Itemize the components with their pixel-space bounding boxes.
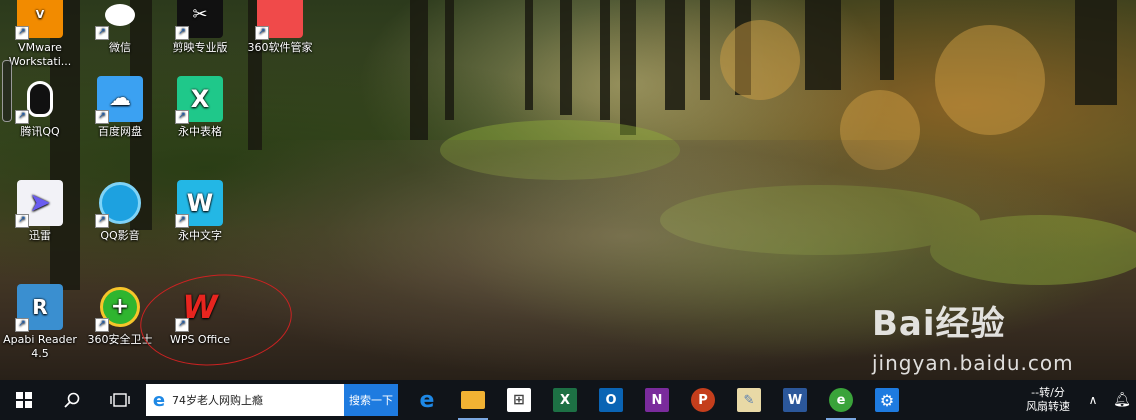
start-button[interactable]: [0, 380, 48, 420]
qq-player-icon: ↗: [95, 180, 143, 228]
shortcut-arrow-icon: ↗: [15, 214, 29, 228]
taskbar-360-browser[interactable]: e: [818, 380, 864, 420]
fan-speed-widget[interactable]: --转/分 风扇转速: [1018, 386, 1078, 414]
onenote-icon: N: [645, 388, 669, 412]
bell-icon: 🔔︎: [1113, 392, 1131, 408]
notification-button[interactable]: 🔔︎: [1108, 380, 1136, 420]
desktop-icon-thunder[interactable]: ➤ ↗ 迅雷: [0, 180, 80, 243]
taskbar-settings[interactable]: ⚙: [864, 380, 910, 420]
browser-360-icon: e: [829, 388, 853, 412]
taskbar-paint[interactable]: ✎: [726, 380, 772, 420]
taskbar-excel[interactable]: X: [542, 380, 588, 420]
baidu-jingyan-watermark: Bai经验 jingyan.baidu.com: [872, 296, 1074, 375]
360-software-manager-icon: ↗: [255, 0, 303, 40]
taskbar-onenote[interactable]: N: [634, 380, 680, 420]
settings-gear-icon: ⚙: [875, 388, 899, 412]
taskbar-word[interactable]: W: [772, 380, 818, 420]
taskbar-powerpoint[interactable]: P: [680, 380, 726, 420]
360-security-icon: + ↗: [95, 284, 143, 332]
fan-speed-value: --转/分: [1031, 386, 1065, 399]
shortcut-arrow-icon: ↗: [15, 26, 29, 40]
watermark-url: jingyan.baidu.com: [872, 351, 1074, 375]
shortcut-arrow-icon: ↗: [175, 26, 189, 40]
search-submit-button[interactable]: 搜索一下: [344, 384, 398, 416]
baidu-netdisk-icon: ☁ ↗: [95, 76, 143, 124]
yozo-sheet-icon: X ↗: [175, 76, 223, 124]
task-view-button[interactable]: [96, 380, 144, 420]
store-icon: ⊞: [507, 388, 531, 412]
taskbar-store[interactable]: ⊞: [496, 380, 542, 420]
jianying-icon: ✂ ↗: [175, 0, 223, 40]
shortcut-arrow-icon: ↗: [95, 26, 109, 40]
shortcut-arrow-icon: ↗: [95, 318, 109, 332]
desktop-icon-yozo-sheet[interactable]: X ↗ 永中表格: [160, 76, 240, 139]
vmware-icon: V ↗: [15, 0, 63, 40]
desktop-icon-apabi-reader[interactable]: R ↗ Apabi Reader 4.5: [0, 284, 80, 361]
ie-icon: e: [152, 389, 166, 411]
taskbar-outlook[interactable]: O: [588, 380, 634, 420]
system-tray: --转/分 风扇转速 ∧ 🔔︎: [1018, 380, 1136, 420]
watermark-brand: Bai经验: [872, 304, 1006, 344]
desktop-icon-qq-player[interactable]: ↗ QQ影音: [80, 180, 160, 243]
desktop-icon-vmware[interactable]: V ↗ VMware Workstati...: [0, 0, 80, 69]
browser-search-box[interactable]: e 74岁老人网购上瘾: [146, 384, 344, 416]
desktop-icon-baidu-netdisk[interactable]: ☁ ↗ 百度网盘: [80, 76, 160, 139]
paint-palette-icon: ✎: [737, 388, 761, 412]
desktop-icon-360-software-manager[interactable]: ↗ 360软件管家: [240, 0, 320, 55]
shortcut-arrow-icon: ↗: [95, 110, 109, 124]
desktop-icon-wechat[interactable]: ↗ 微信: [80, 0, 160, 55]
fan-speed-label: 风扇转速: [1026, 400, 1070, 413]
shortcut-arrow-icon: ↗: [15, 318, 29, 332]
shortcut-arrow-icon: ↗: [175, 214, 189, 228]
powerpoint-icon: P: [691, 388, 715, 412]
search-button[interactable]: [48, 380, 96, 420]
search-query-text: 74岁老人网购上瘾: [172, 394, 263, 407]
shortcut-arrow-icon: ↗: [15, 110, 29, 124]
tray-overflow-button[interactable]: ∧: [1078, 380, 1108, 420]
excel-icon: X: [553, 388, 577, 412]
wechat-icon: ↗: [95, 0, 143, 40]
search-icon: [64, 392, 80, 408]
word-icon: W: [783, 388, 807, 412]
outlook-icon: O: [599, 388, 623, 412]
desktop-icon-jianying[interactable]: ✂ ↗ 剪映专业版: [160, 0, 240, 55]
task-view-icon: [110, 393, 130, 407]
desktop-icon-qq[interactable]: ↗ 腾讯QQ: [0, 76, 80, 139]
thunder-icon: ➤ ↗: [15, 180, 63, 228]
volume-slider[interactable]: [2, 60, 12, 122]
taskbar: e 74岁老人网购上瘾 搜索一下 e ⊞ X O N P ✎ W e ⚙ --转…: [0, 380, 1136, 420]
shortcut-arrow-icon: ↗: [255, 26, 269, 40]
desktop-icon-yozo-writer[interactable]: W ↗ 永中文字: [160, 180, 240, 243]
chevron-up-icon: ∧: [1088, 393, 1098, 407]
taskbar-file-explorer[interactable]: [450, 380, 496, 420]
shortcut-arrow-icon: ↗: [175, 110, 189, 124]
apabi-reader-icon: R ↗: [15, 284, 63, 332]
taskbar-edge[interactable]: e: [404, 380, 450, 420]
edge-icon: e: [419, 387, 435, 413]
qq-icon: ↗: [15, 76, 63, 124]
folder-icon: [461, 391, 485, 409]
shortcut-arrow-icon: ↗: [95, 214, 109, 228]
windows-logo-icon: [16, 392, 32, 408]
yozo-writer-icon: W ↗: [175, 180, 223, 228]
